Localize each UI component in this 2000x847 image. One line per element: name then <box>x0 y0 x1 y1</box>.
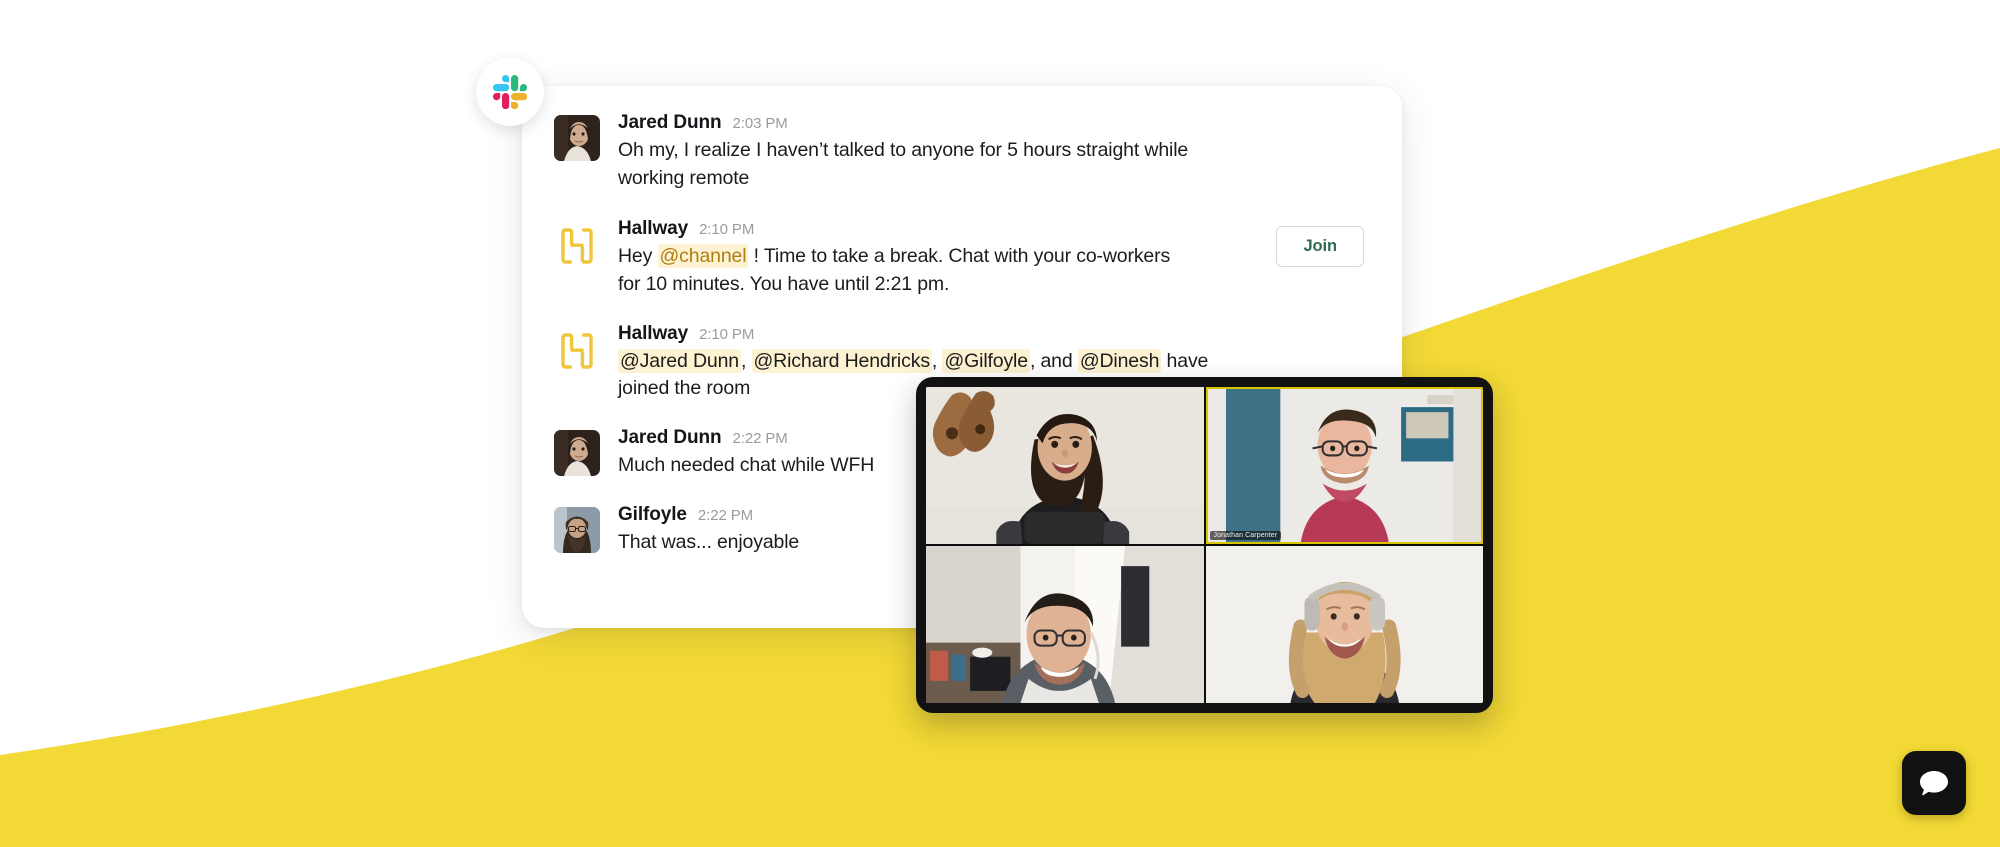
video-grid: Jonathan Carpenter <box>926 387 1483 703</box>
message-timestamp: 2:22 PM <box>697 506 754 524</box>
video-tile[interactable]: Jonathan Carpenter <box>1205 387 1483 544</box>
mention-separator: , <box>931 349 943 372</box>
message-header: Hallway 2:10 PM <box>618 218 1378 240</box>
message-header: Hallway 2:10 PM <box>618 323 1372 345</box>
mention-separator: , and <box>1029 349 1078 372</box>
message-text-before: Hey <box>618 245 658 268</box>
jared-dunn-avatar <box>554 115 600 161</box>
message-timestamp: 2:22 PM <box>732 430 788 448</box>
message-body: Jared Dunn 2:03 PM Oh my, I realize I ha… <box>618 112 1372 192</box>
gilfoyle-avatar <box>554 506 600 553</box>
message-text: Oh my, I realize I haven’t talked to any… <box>618 139 1189 189</box>
hallway-logo-icon <box>554 328 600 374</box>
video-call-tablet: Jonathan Carpenter <box>916 377 1493 713</box>
slack-app-badge <box>476 58 544 126</box>
video-tile[interactable] <box>926 387 1204 544</box>
video-tile[interactable] <box>926 546 1204 703</box>
message-item: Hallway 2:10 PM Hey @channel ! Time to t… <box>522 218 1402 298</box>
hallway-logo-icon <box>554 223 600 269</box>
message-author: Hallway <box>618 218 689 240</box>
user-mention[interactable]: @Gilfoyle <box>942 348 1030 373</box>
slack-logo-icon <box>493 75 527 109</box>
message-author: Hallway <box>618 322 689 344</box>
page-root: Jared Dunn 2:03 PM Oh my, I realize I ha… <box>0 0 2000 847</box>
message-author: Jared Dunn <box>618 112 722 133</box>
participant-name-label: Jonathan Carpenter <box>1209 531 1282 540</box>
message-author: Gilfoyle <box>618 503 687 525</box>
user-mention[interactable]: @Dinesh <box>1077 348 1162 373</box>
message-body: Hallway 2:10 PM Hey @channel ! Time to t… <box>618 218 1378 298</box>
message-timestamp: 2:10 PM <box>699 221 755 239</box>
user-mention[interactable]: @Richard Hendricks <box>751 348 932 373</box>
mention-separator: , <box>740 349 752 372</box>
message-timestamp: 2:03 PM <box>732 115 788 132</box>
message-header: Jared Dunn 2:03 PM <box>618 112 1372 134</box>
message-text: Hey @channel ! Time to take a break. Cha… <box>618 243 1178 298</box>
chat-bubble-icon <box>1920 771 1948 796</box>
video-tile[interactable] <box>1205 546 1483 703</box>
jared-dunn-avatar <box>554 430 600 477</box>
message-author: Jared Dunn <box>618 427 722 449</box>
user-mention[interactable]: @Jared Dunn <box>618 348 741 373</box>
join-button[interactable]: Join <box>1276 226 1364 268</box>
message-timestamp: 2:10 PM <box>699 325 755 343</box>
channel-mention[interactable]: @channel <box>657 244 749 269</box>
message-item: Jared Dunn 2:03 PM Oh my, I realize I ha… <box>522 112 1402 192</box>
chat-widget-button[interactable] <box>1902 751 1966 815</box>
